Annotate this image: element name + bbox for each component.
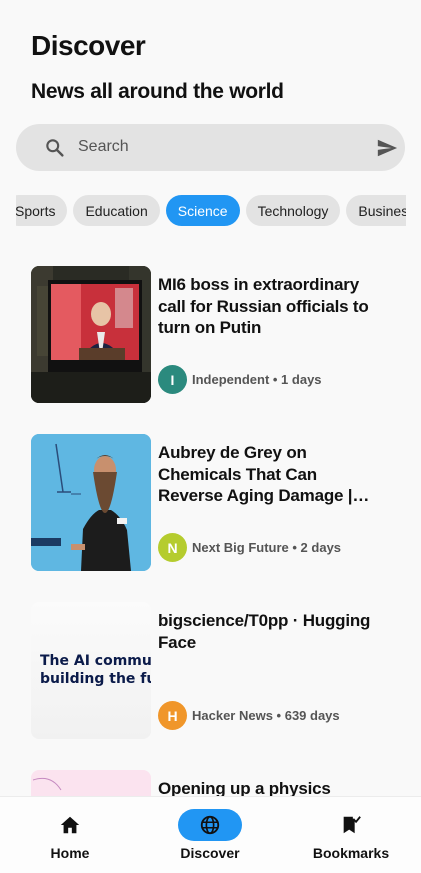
source-avatar: N <box>158 533 187 562</box>
source-avatar: I <box>158 365 187 394</box>
article-thumbnail[interactable] <box>31 266 151 403</box>
home-icon <box>60 816 80 834</box>
article-thumbnail[interactable] <box>31 434 151 571</box>
article-meta: N Next Big Future • 2 days <box>158 533 341 562</box>
source-label: Next Big Future • 2 days <box>192 540 342 555</box>
article-thumbnail[interactable]: The AI community building the future <box>31 602 151 739</box>
globe-icon <box>200 815 220 835</box>
send-icon[interactable] <box>376 137 398 159</box>
article-card[interactable]: The AI community building the future big… <box>31 602 381 739</box>
article-meta: H Hacker News • 639 days <box>158 701 340 730</box>
bottom-navigation: Home Discover Bookmarks <box>0 796 421 873</box>
article-title[interactable]: MI6 boss in extraordinary call for Russi… <box>158 274 380 339</box>
article-card[interactable]: Aubrey de Grey on Chemicals That Can Rev… <box>31 434 381 571</box>
article-title[interactable]: bigscience/T0pp · Hugging Face <box>158 610 380 653</box>
page-title: Discover <box>31 30 146 61</box>
source-avatar: H <box>158 701 187 730</box>
nav-home-indicator <box>38 809 102 841</box>
chip-education[interactable]: Education <box>73 195 160 226</box>
category-chips: Sports Education Science Technology Busi… <box>16 195 406 227</box>
chip-sports[interactable]: Sports <box>16 195 68 226</box>
nav-discover[interactable]: Discover <box>140 797 280 873</box>
nav-bookmarks-indicator <box>319 809 383 841</box>
nav-bookmarks-label: Bookmarks <box>312 845 390 861</box>
nav-discover-label: Discover <box>180 845 240 861</box>
nav-home-label: Home <box>50 845 90 861</box>
page-subtitle: News all around the world <box>31 80 284 103</box>
nav-home[interactable]: Home <box>0 797 140 873</box>
bookmark-check-icon <box>343 816 361 834</box>
article-meta: I Independent • 1 days <box>158 365 322 394</box>
article-title[interactable]: Aubrey de Grey on Chemicals That Can Rev… <box>158 442 380 507</box>
chip-technology[interactable]: Technology <box>245 195 341 226</box>
search-input[interactable] <box>78 134 358 160</box>
nav-discover-indicator <box>178 809 242 841</box>
thumbnail-text: The AI community building the future <box>40 653 151 687</box>
source-label: Hacker News • 639 days <box>192 708 340 723</box>
chip-science[interactable]: Science <box>165 195 240 226</box>
article-card[interactable]: MI6 boss in extraordinary call for Russi… <box>31 266 381 403</box>
nav-bookmarks[interactable]: Bookmarks <box>281 797 421 873</box>
chip-business[interactable]: Business <box>346 195 406 226</box>
search-icon[interactable] <box>44 137 65 158</box>
search-bar[interactable] <box>16 124 405 171</box>
source-label: Independent • 1 days <box>192 372 322 387</box>
